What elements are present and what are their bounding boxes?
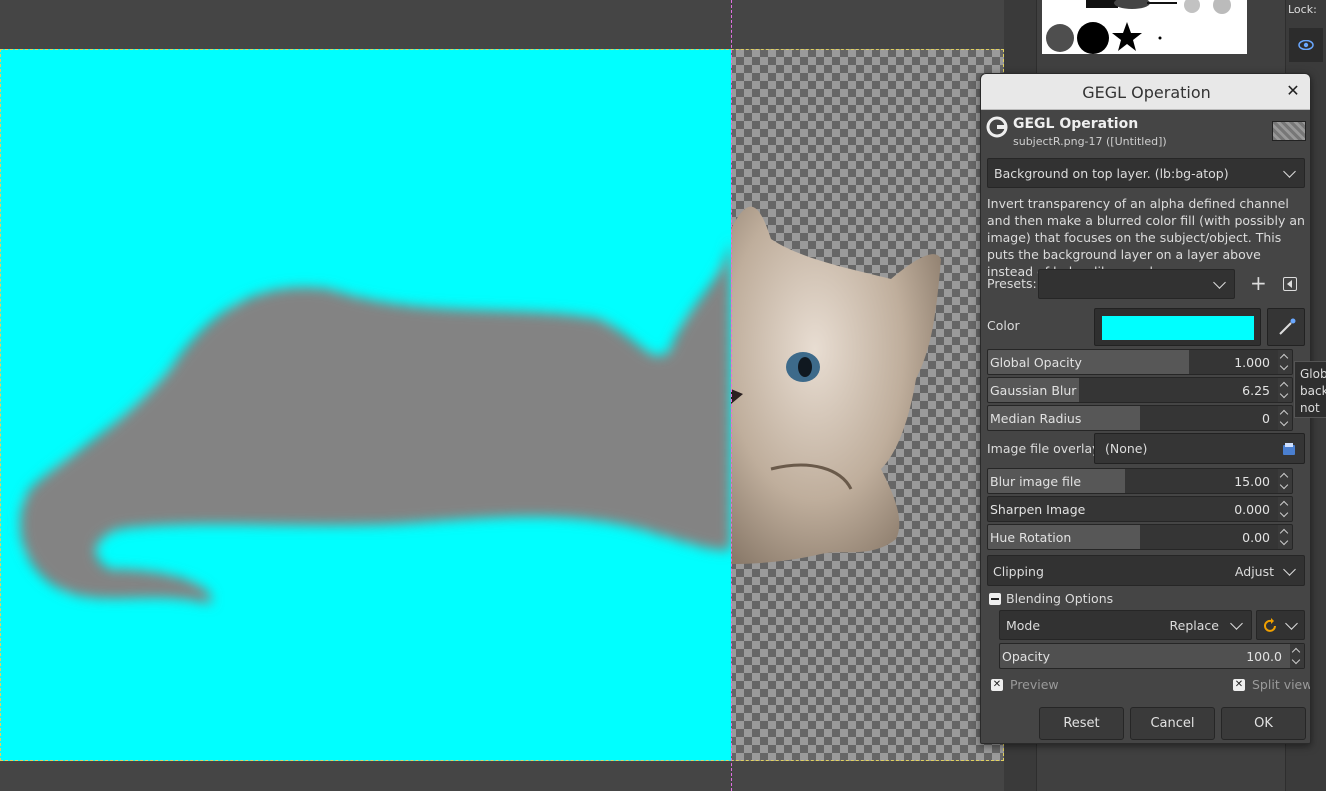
slider-value: 1.000 [1234, 355, 1270, 370]
spin-buttons[interactable] [1278, 378, 1292, 402]
image-overlay-value: (None) [1105, 441, 1148, 456]
tooltip-line: not w [1300, 401, 1320, 415]
gegl-logo-icon [986, 116, 1008, 138]
slider-label: Blur image file [990, 474, 1082, 489]
clipping-value: Adjust [1234, 564, 1274, 579]
mode-value: Replace [1169, 618, 1219, 633]
collapse-icon[interactable] [989, 593, 1001, 605]
tooltip-line: Glob [1300, 367, 1326, 381]
operation-dropdown[interactable]: Background on top layer. (lb:bg-atop) [987, 158, 1305, 188]
preset-menu-icon[interactable] [1283, 277, 1297, 291]
image-canvas-area[interactable] [0, 0, 1004, 791]
chevron-down-icon [1230, 617, 1243, 630]
slider-label: Hue Rotation [990, 530, 1072, 545]
add-preset-icon[interactable]: + [1250, 272, 1267, 294]
image-overlay-label: Image file overlay [987, 441, 1100, 456]
cat-silhouette [20, 239, 731, 604]
header-subtitle: subjectR.png-17 ([Untitled]) [1013, 135, 1167, 148]
chevron-down-icon [1285, 617, 1298, 630]
spin-buttons[interactable] [1290, 644, 1304, 668]
slider-value: 15.00 [1234, 474, 1270, 489]
mode-label: Mode [1006, 618, 1041, 633]
clipping-label: Clipping [993, 564, 1044, 579]
color-label: Color [987, 318, 1020, 333]
lock-label: Lock: [1288, 3, 1317, 16]
header-title: GEGL Operation [1013, 116, 1139, 132]
slider-value: 6.25 [1242, 383, 1270, 398]
image-file-chooser[interactable]: (None) [1094, 433, 1305, 464]
gegl-operation-dialog: GEGL Operation ✕ GEGL Operation subjectR… [980, 73, 1311, 744]
clipping-dropdown[interactable]: Clipping Adjust [987, 555, 1305, 586]
slider-value: 0.000 [1234, 502, 1270, 517]
preview-checkbox[interactable]: ✕ [991, 679, 1003, 691]
mode-dropdown[interactable]: Mode Replace [999, 610, 1252, 640]
color-button[interactable] [1094, 308, 1261, 346]
reset-arrow-icon [1264, 618, 1276, 632]
sharpen-image-slider[interactable]: Sharpen Image 0.000 [987, 496, 1293, 522]
chevron-down-icon [1283, 165, 1296, 178]
visibility-eye-icon[interactable] [1289, 28, 1323, 62]
brushes-grid[interactable] [1042, 0, 1247, 54]
blending-options-label: Blending Options [1006, 591, 1114, 606]
preview-label: Preview [1010, 677, 1059, 692]
reset-button[interactable]: Reset [1039, 707, 1124, 740]
gaussian-blur-slider[interactable]: Gaussian Blur 6.25 [987, 377, 1293, 403]
mode-reset-button[interactable] [1256, 610, 1305, 640]
dialog-titlebar[interactable]: GEGL Operation ✕ [981, 74, 1310, 110]
ok-button[interactable]: OK [1221, 707, 1306, 740]
dialog-title: GEGL Operation [1082, 83, 1211, 102]
operation-description: Invert transparency of an alpha defined … [987, 196, 1305, 279]
median-radius-slider[interactable]: Median Radius 0 [987, 405, 1293, 431]
slider-label: Global Opacity [990, 355, 1082, 370]
presets-label: Presets: [987, 276, 1037, 291]
color-picker-button[interactable] [1267, 308, 1305, 346]
slider-value: 0.00 [1242, 530, 1270, 545]
spin-buttons[interactable] [1278, 469, 1292, 493]
close-icon[interactable]: ✕ [1284, 82, 1302, 100]
slider-value: 100.0 [1246, 649, 1282, 664]
tooltip: Glob back not w [1294, 361, 1326, 418]
slider-label: Median Radius [990, 411, 1082, 426]
chevron-down-icon [1213, 276, 1226, 289]
eyedropper-icon [1279, 318, 1296, 335]
slider-label: Sharpen Image [990, 502, 1086, 517]
vertical-guide [731, 0, 732, 791]
operation-value: Background on top layer. (lb:bg-atop) [994, 166, 1229, 181]
spin-buttons[interactable] [1278, 350, 1292, 374]
color-swatch [1102, 316, 1254, 340]
slider-label: Gaussian Blur [990, 383, 1077, 398]
layer-thumbnail [1272, 121, 1306, 141]
spin-buttons[interactable] [1278, 525, 1292, 549]
blur-image-file-slider[interactable]: Blur image file 15.00 [987, 468, 1293, 494]
hue-rotation-slider[interactable]: Hue Rotation 0.00 [987, 524, 1293, 550]
global-opacity-slider[interactable]: Global Opacity 1.000 [987, 349, 1293, 375]
spin-buttons[interactable] [1278, 406, 1292, 430]
image-canvas[interactable] [0, 49, 1004, 761]
cancel-button[interactable]: Cancel [1130, 707, 1215, 740]
spin-buttons[interactable] [1278, 497, 1292, 521]
split-view-label: Split view [1252, 677, 1311, 692]
presets-dropdown[interactable] [1038, 269, 1235, 299]
brush-previews [1046, 0, 1231, 54]
slider-value: 0 [1262, 411, 1270, 426]
opacity-slider[interactable]: Opacity 100.0 [999, 643, 1305, 669]
split-view-checkbox[interactable]: ✕ [1233, 679, 1245, 691]
file-icon [1283, 443, 1295, 455]
kitten-image [731, 206, 941, 564]
chevron-down-icon [1283, 563, 1296, 576]
tooltip-line: back [1300, 384, 1326, 398]
slider-label: Opacity [1002, 649, 1051, 664]
